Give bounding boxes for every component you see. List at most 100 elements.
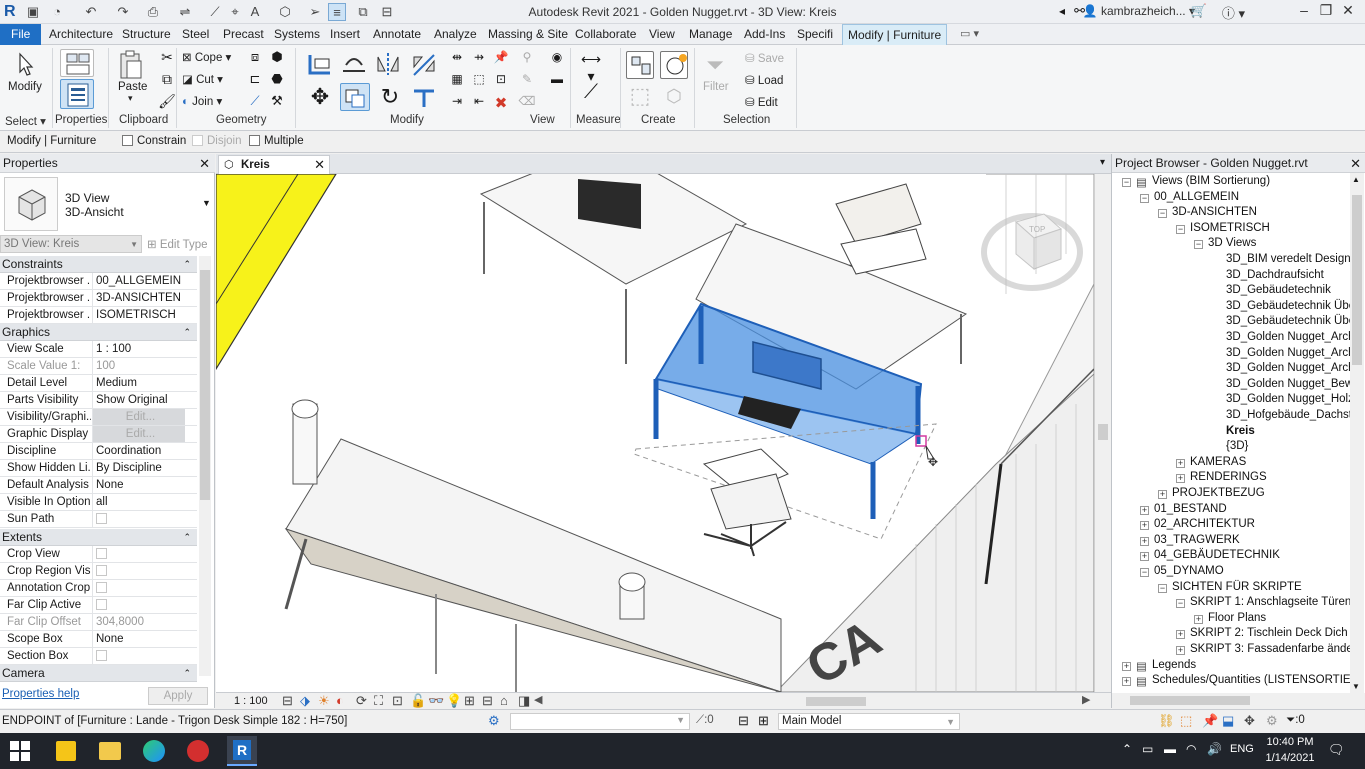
ribbon-toggle-icon[interactable]: ▭ ▾ — [955, 24, 984, 45]
expand-toggle-icon[interactable]: + — [1140, 505, 1149, 515]
tray-device-icon[interactable]: ▭ — [1142, 742, 1153, 756]
expand-toggle-icon[interactable]: + — [1140, 536, 1149, 546]
trim-extend-icon[interactable] — [410, 83, 438, 111]
group-graphics[interactable]: Graphics ⌃ — [0, 324, 197, 341]
disjoin-checkbox[interactable]: Disjoin — [192, 135, 242, 147]
extents-row[interactable]: Crop Region Visi... — [0, 563, 197, 580]
modify-button[interactable]: Modify — [8, 81, 42, 93]
tree-node[interactable]: Views (BIM Sortierung) — [1152, 175, 1270, 187]
shadows-icon[interactable]: ◐ — [336, 693, 344, 708]
select-by-face-icon[interactable]: ⬓ — [1222, 713, 1234, 729]
graphics-row[interactable]: Discipline Coordination — [0, 443, 197, 460]
tree-node[interactable]: 00_ALLGEMEIN — [1154, 191, 1239, 203]
language-indicator[interactable]: ENG — [1230, 743, 1254, 755]
tree-node[interactable]: KAMERAS — [1190, 456, 1246, 468]
tree-node[interactable]: SKRIPT 1: Anschlagseite Türen — [1190, 596, 1350, 608]
property-value[interactable] — [92, 563, 185, 579]
tab-specifi[interactable]: Specifi — [792, 24, 838, 45]
property-checkbox[interactable] — [96, 650, 107, 661]
extents-row[interactable]: Far Clip Offset 304,8000 — [0, 614, 197, 631]
wall-joins-icon[interactable]: ⊏ — [244, 71, 266, 93]
close-icon[interactable]: ✕ — [199, 154, 210, 173]
screen-recorder-icon[interactable] — [187, 740, 209, 762]
create-parts-icon[interactable] — [660, 51, 688, 79]
tree-node[interactable]: 3D-ANSICHTEN — [1172, 206, 1257, 218]
tab-file[interactable]: File — [0, 24, 42, 45]
help-icon[interactable]: ⓘ ▾ — [1222, 3, 1245, 22]
tree-node[interactable]: Floor Plans — [1208, 612, 1266, 624]
notifications-icon[interactable]: 🗨 — [1328, 742, 1345, 758]
graphics-row[interactable]: Show Hidden Li... By Discipline — [0, 460, 197, 477]
save-selection-button[interactable]: ⛁ Save — [745, 51, 784, 65]
3d-viewport[interactable]: CA ✥ TOP — [216, 174, 1094, 692]
graphics-row[interactable]: Default Analysis ...None — [0, 477, 197, 494]
paste-button[interactable]: Paste — [118, 81, 147, 93]
restore-button[interactable]: ❐ — [1315, 2, 1337, 19]
property-value[interactable]: By Discipline — [92, 460, 185, 476]
collapse-toggle-icon[interactable]: − — [1140, 193, 1149, 203]
property-value[interactable]: Show Original — [92, 392, 185, 408]
property-value[interactable]: 1 : 100 — [92, 341, 185, 357]
cut-scissors-icon[interactable]: ✂ — [156, 49, 178, 71]
property-value[interactable]: None — [92, 631, 185, 647]
tree-node[interactable]: 3D_Golden Nugget_Holzk — [1226, 393, 1350, 405]
trim-single-icon[interactable]: ⇥ — [446, 94, 468, 116]
view-scale[interactable]: 1 : 100 — [234, 695, 268, 707]
select-links-icon[interactable]: ⛓ — [1158, 713, 1175, 729]
tree-node[interactable]: 3D_Gebäudetechnik Über — [1226, 315, 1350, 327]
extents-row[interactable]: Crop View — [0, 546, 197, 563]
property-value[interactable] — [92, 597, 185, 613]
property-value[interactable]: ISOMETRISCH — [92, 307, 185, 323]
graphics-row[interactable]: Visibility/Graphi... Edit... — [0, 409, 197, 426]
scroll-left-icon[interactable]: ◀ — [534, 693, 542, 706]
expand-toggle-icon[interactable]: + — [1176, 474, 1185, 484]
volume-icon[interactable]: 🔊 — [1207, 742, 1222, 756]
tab-analyze[interactable]: Analyze — [429, 24, 482, 45]
minimize-button[interactable]: ‒ — [1293, 2, 1315, 18]
temp-view-props-icon[interactable]: ⊟ — [482, 693, 493, 709]
pin-icon[interactable]: 📌 — [490, 50, 512, 72]
windows-start-icon[interactable] — [10, 741, 30, 761]
clean-icon[interactable]: ⌫ — [516, 94, 538, 116]
mirror-axis-icon[interactable] — [374, 51, 402, 77]
constrain-checkbox[interactable]: Constrain — [122, 135, 186, 147]
tab-annotate[interactable]: Annotate — [368, 24, 426, 45]
tree-node[interactable]: 03_TRAGWERK — [1154, 534, 1240, 546]
tree-node[interactable]: SKRIPT 2: Tischlein Deck Dich — [1190, 627, 1348, 639]
editable-only-indicator[interactable]: ⟋:0 — [696, 714, 714, 727]
clock-date[interactable]: 1/14/2021 — [1262, 752, 1318, 764]
property-checkbox[interactable] — [96, 599, 107, 610]
property-value[interactable]: Edit... — [92, 409, 185, 425]
property-value[interactable]: 3D-ANSICHTEN — [92, 290, 185, 306]
expand-toggle-icon[interactable]: + — [1140, 552, 1149, 562]
group-constraints[interactable]: Constraints ⌃ — [0, 256, 197, 273]
align-icon[interactable] — [306, 51, 334, 77]
user-account[interactable]: 👤 kambrazheich... ▾ — [1083, 4, 1195, 18]
expand-toggle-icon[interactable]: + — [1140, 521, 1149, 531]
offset-icon[interactable] — [340, 51, 368, 77]
tree-node[interactable]: Kreis — [1226, 425, 1255, 437]
property-value[interactable]: Edit... — [92, 426, 185, 442]
property-value[interactable] — [92, 648, 185, 664]
multiple-checkbox[interactable]: Multiple — [249, 135, 304, 147]
lock-view-icon[interactable]: 🔓 — [410, 693, 426, 709]
edit-type-button[interactable]: ⊞ Edit Type — [147, 237, 208, 251]
clock-time[interactable]: 10:40 PM — [1266, 736, 1314, 748]
wifi-icon[interactable]: ◠ — [1186, 742, 1196, 756]
expand-toggle-icon[interactable]: + — [1176, 458, 1185, 468]
expand-toggle-icon[interactable]: + — [1194, 614, 1203, 624]
tree-node[interactable]: 3D_Hofgebäude_Dachstu — [1226, 409, 1350, 421]
instance-selector[interactable]: 3D View: Kreis ▼ — [0, 235, 142, 253]
tree-node[interactable]: 3D Views — [1208, 237, 1256, 249]
tree-node[interactable]: 01_BESTAND — [1154, 503, 1227, 515]
tree-node[interactable]: ISOMETRISCH — [1190, 222, 1270, 234]
select-underlay-icon[interactable]: ⬚ — [1180, 713, 1192, 729]
tree-node[interactable]: 3D_Dachdraufsicht — [1226, 269, 1324, 281]
viewport-scrollbar[interactable] — [1094, 174, 1110, 692]
design-option-dropdown[interactable]: Main Model ▼ — [778, 713, 960, 730]
reveal-hidden-icon[interactable]: 💡 — [446, 693, 462, 709]
design-options-icon[interactable]: ⊟ — [738, 713, 749, 729]
tab-structure[interactable]: Structure — [117, 24, 176, 45]
collapse-toggle-icon[interactable]: − — [1122, 178, 1131, 187]
tab-modify-furniture[interactable]: Modify | Furniture — [842, 24, 948, 45]
